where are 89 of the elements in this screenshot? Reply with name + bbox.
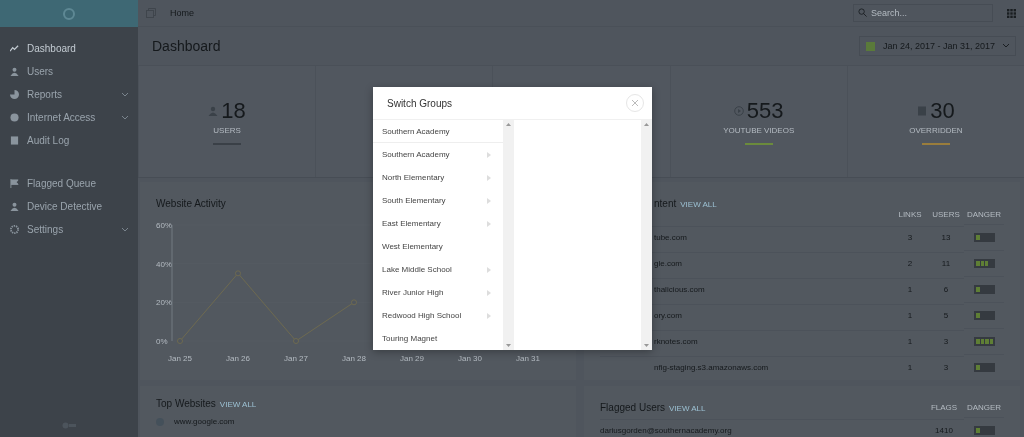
axis-tick-label: Jan 27 — [284, 354, 308, 363]
data-point — [351, 299, 357, 306]
chevron-right-icon — [487, 266, 491, 273]
column-header: DANGER — [965, 209, 1003, 221]
view-all-link[interactable]: VIEW ALL — [669, 404, 706, 413]
stat-value: 18 — [208, 98, 246, 124]
axis-tick-label: Jan 26 — [226, 354, 250, 363]
nav-item[interactable]: Internet Access — [0, 106, 138, 129]
scroll-down-icon[interactable] — [644, 344, 649, 347]
nav-item[interactable]: Audit Log — [0, 129, 138, 152]
data-point — [293, 338, 299, 344]
scroll-down-icon[interactable] — [506, 344, 511, 347]
axis-tick-label: Jan 28 — [342, 354, 366, 363]
card-title: Top Websites — [156, 398, 216, 409]
card-title: Flagged Users — [600, 402, 666, 413]
chevron-icon — [122, 92, 128, 97]
scrollbar[interactable] — [641, 120, 652, 350]
stat-value: 553 — [733, 98, 784, 124]
axis-tick-label: 40% — [156, 259, 172, 269]
nav-item[interactable]: Dashboard — [0, 37, 138, 60]
close-button[interactable] — [626, 94, 644, 112]
axis-tick-label: Jan 31 — [516, 354, 540, 363]
card-title: Website Activity — [156, 198, 226, 209]
user-icon — [10, 67, 19, 76]
stat-label: USERS — [213, 126, 241, 135]
search-field[interactable]: Search... — [853, 4, 993, 22]
chevron-right-icon — [487, 312, 491, 319]
nav-item[interactable]: Reports — [0, 83, 138, 106]
group-item[interactable]: River Junior High — [373, 281, 503, 304]
line-chart-icon — [10, 44, 19, 53]
nav-item[interactable]: Device Detective — [0, 195, 138, 218]
axis-tick-label: Jan 30 — [458, 354, 482, 363]
scrollbar[interactable] — [503, 120, 514, 350]
card-title: ntent — [654, 198, 677, 209]
column-header: FLAGS — [929, 402, 959, 414]
nav-item[interactable]: Flagged Queue — [0, 172, 138, 195]
globe-icon — [10, 113, 19, 122]
flag-icon — [10, 179, 19, 188]
group-item[interactable]: West Elementary — [373, 235, 503, 258]
stat-label: YOUTUBE VIDEOS — [723, 126, 795, 135]
data-point — [177, 338, 183, 344]
axis-tick-label: Jan 25 — [168, 354, 192, 363]
site-name: www.google.com — [174, 417, 235, 426]
data-point — [235, 270, 241, 277]
user-icon — [208, 106, 219, 116]
column-header: DANGER — [965, 402, 1003, 414]
close-icon — [632, 100, 638, 106]
axis-tick-label: 0% — [156, 337, 168, 346]
scroll-up-icon[interactable] — [644, 123, 649, 126]
pie-chart-icon — [10, 90, 19, 99]
chevron-right-icon — [487, 151, 491, 158]
settings-icon — [10, 225, 19, 234]
chevron-right-icon — [487, 289, 491, 296]
chevron-icon — [122, 115, 128, 120]
group-item[interactable]: South Elementary — [373, 189, 503, 212]
view-all-link[interactable]: VIEW ALL — [680, 200, 717, 209]
column-header: LINKS — [897, 209, 923, 221]
calendar-icon — [865, 41, 875, 51]
group-item[interactable]: Touring Magnet — [373, 327, 503, 350]
view-all-link[interactable]: VIEW ALL — [219, 400, 257, 409]
column-header: USERS — [931, 209, 961, 221]
page-title: Dashboard — [152, 38, 221, 54]
group-item[interactable]: Lake Middle School — [373, 258, 503, 281]
chevron-right-icon — [487, 197, 491, 204]
dialog-title: Switch Groups — [387, 97, 453, 109]
caret-icon — [1003, 44, 1009, 48]
logo-icon — [62, 6, 76, 21]
stat-value: 30 — [917, 98, 955, 124]
user-icon — [10, 202, 19, 211]
axis-tick-label: 20% — [156, 298, 172, 308]
axis-tick-label: Jan 29 — [400, 354, 424, 363]
scroll-up-icon[interactable] — [506, 123, 511, 126]
stat-label: OVERRIDDEN — [909, 126, 963, 135]
chevron-icon — [122, 227, 128, 232]
group-item[interactable]: Southern Academy — [373, 143, 503, 166]
document-icon — [10, 136, 19, 145]
nav-item[interactable]: Settings — [0, 218, 138, 241]
chevron-right-icon — [487, 174, 491, 181]
group-item[interactable]: East Elementary — [373, 212, 503, 235]
nav-item[interactable]: Users — [0, 60, 138, 83]
chevron-right-icon — [487, 220, 491, 227]
user-email: dariusgorden@southernacademy.org — [600, 419, 924, 437]
axis-tick-label: 60% — [156, 221, 172, 230]
group-item[interactable]: North Elementary — [373, 166, 503, 189]
grid-icon[interactable] — [1007, 8, 1016, 18]
group-item[interactable]: Redwood High School — [373, 304, 503, 327]
search-icon — [858, 8, 867, 17]
site-name: nfig-staging.s3.amazonaws.com — [600, 356, 892, 378]
table-cell: 1410 — [924, 419, 964, 437]
